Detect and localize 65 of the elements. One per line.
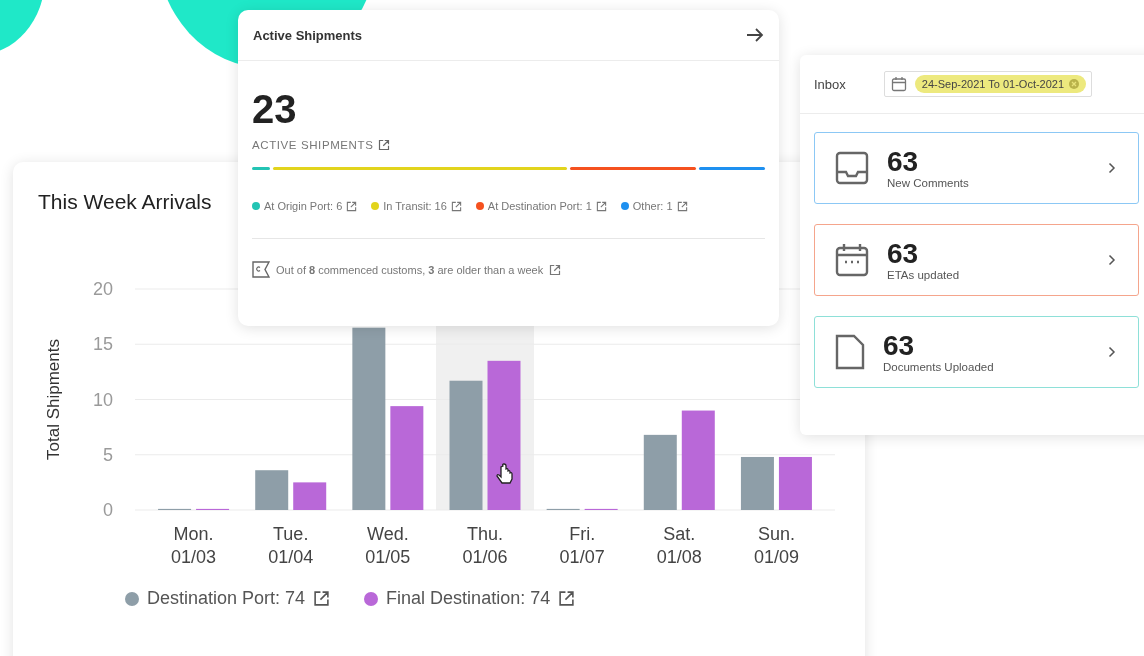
external-link-icon[interactable] [558,590,576,607]
status-label[interactable]: Other: 1 [632,200,673,212]
axis-tick-label: Fri. 01/07 [559,524,605,567]
chevron-right-icon [1108,254,1116,266]
hand-cursor-icon [496,463,513,484]
card-title: Active Shipments [253,27,363,43]
customs-note: Out of 8 commenced customs, 3 are older than a week [276,263,544,276]
arrow-right-icon[interactable] [746,27,764,43]
bar[interactable] [390,406,424,510]
axis-tick-label: Mon. 01/03 [171,524,217,567]
legend-label[interactable]: Final Destination: 74 [386,588,551,609]
bar[interactable] [352,327,386,510]
bar[interactable] [778,456,812,510]
inbox-card[interactable]: 63 New Comments [814,132,1139,204]
bar[interactable] [740,456,774,510]
legend-label[interactable]: Destination Port: 74 [147,588,306,609]
tray-icon [835,151,869,185]
bar[interactable] [643,434,677,510]
axis-tick-label: 5 [103,444,113,465]
legend-dot [125,591,139,606]
external-link-icon[interactable] [549,263,562,276]
clear-icon[interactable] [1069,79,1080,89]
count-caption: ACTIVE SHIPMENTS [252,139,374,151]
chevron-right-icon [1108,162,1116,174]
ticket-icon [252,261,270,278]
status-label[interactable]: In Transit: 16 [383,200,447,212]
axis-tick-label: Wed. 01/05 [365,524,411,567]
document-icon [835,334,865,370]
bar[interactable] [681,410,715,510]
legend-dot [364,591,379,606]
axis-tick-label: Sat. 01/08 [656,524,702,567]
date-range-field[interactable]: 24-Sep-2021 To 01-Oct-2021 [883,71,1093,97]
card-count: 63 [883,331,916,361]
external-link-icon[interactable] [450,200,462,212]
axis-tick-label: Thu. 01/06 [462,524,508,567]
card-label: ETAs updated [887,269,961,281]
external-link-icon[interactable] [313,590,331,607]
axis-tick-label: 10 [92,389,113,410]
external-link-icon[interactable] [676,200,688,212]
card-count: 63 [887,239,920,269]
status-label[interactable]: At Origin Port: 6 [264,200,343,212]
card-title: This Week Arrivals [38,190,212,215]
external-link-icon[interactable] [346,200,358,212]
calendar-icon [835,243,869,277]
inbox-card[interactable]: 63 Documents Uploaded [814,316,1139,388]
axis-tick-label: 20 [92,279,113,299]
chevron-right-icon [1108,346,1116,358]
shipment-count: 23 [252,87,298,131]
card-count: 63 [887,147,920,177]
axis-title: Total Shipments [44,339,63,460]
inbox-card[interactable]: 63 ETAs updated [814,224,1139,296]
card-label: Documents Uploaded [883,361,995,373]
card-label: New Comments [887,177,970,189]
axis-tick-label: Tue. 01/04 [268,524,314,567]
external-link-icon[interactable] [595,200,607,212]
axis-tick-label: Sun. 01/09 [753,524,799,567]
date-range-chip: 24-Sep-2021 To 01-Oct-2021 [914,75,1087,93]
external-link-icon[interactable] [378,139,391,151]
bar[interactable] [293,482,327,510]
panel-title: Inbox [814,76,846,92]
axis-tick-label: 0 [103,500,113,520]
bar[interactable] [255,470,289,510]
status-label[interactable]: At Destination Port: 1 [487,200,592,212]
calendar-icon [890,76,907,92]
axis-tick-label: 15 [92,334,113,355]
